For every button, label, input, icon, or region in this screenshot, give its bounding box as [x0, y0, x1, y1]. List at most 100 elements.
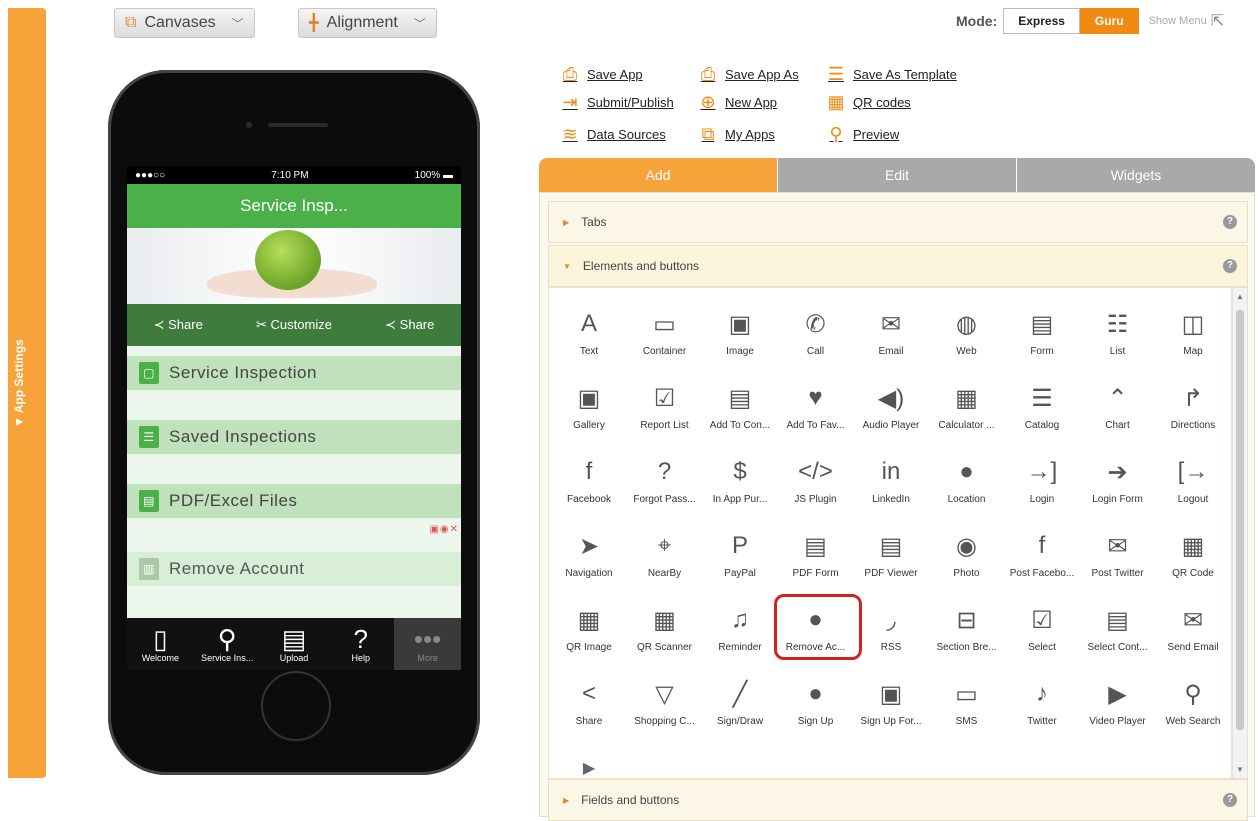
status-time: 7:10 PM	[271, 169, 309, 181]
element-web-search[interactable]: ⚲ Web Search	[1155, 676, 1231, 746]
element-pdf-form[interactable]: ▤ PDF Form	[778, 528, 854, 598]
element-js-plugin[interactable]: </> JS Plugin	[778, 454, 854, 524]
tab-edit[interactable]: Edit	[777, 158, 1016, 192]
element-calculator[interactable]: ▦ Calculator ...	[929, 380, 1005, 450]
element-qr-code[interactable]: ▦ QR Code	[1155, 528, 1231, 598]
tab-welcome[interactable]: ▯ Welcome	[127, 618, 194, 670]
tab-widgets[interactable]: Widgets	[1016, 158, 1255, 192]
menu-item-remove-account[interactable]: ▥ Remove Account	[127, 552, 461, 586]
alignment-dropdown[interactable]: ╋ Alignment ﹀	[298, 8, 437, 38]
submit-publish-link[interactable]: ⇥ Submit/Publish	[560, 92, 673, 113]
express-mode-button[interactable]: Express	[1003, 8, 1080, 34]
save-as-template-link[interactable]: ☰ Save As Template	[826, 64, 957, 85]
element-select[interactable]: ☑ Select	[1004, 602, 1080, 672]
menu-item-saved-inspections[interactable]: ☰ Saved Inspections	[127, 420, 461, 454]
element-section-bre[interactable]: ⊟ Section Bre...	[929, 602, 1005, 672]
element-form[interactable]: ▤ Form	[1004, 306, 1080, 376]
menu-item-pdf-excel-files[interactable]: ▤ PDF/Excel Files	[127, 484, 461, 518]
scroll-up-icon[interactable]: ▲	[1236, 292, 1244, 301]
element-navigation[interactable]: ➤ Navigation	[551, 528, 627, 598]
element-shopping-c[interactable]: ▽ Shopping C...	[627, 676, 703, 746]
help-icon[interactable]: ?	[1223, 215, 1237, 229]
element-gallery[interactable]: ▣ Gallery	[551, 380, 627, 450]
qr-codes-link[interactable]: ▦ QR codes	[826, 92, 910, 113]
phone-tab-bar: ▯ Welcome ⚲ Service Ins... ▤ Upload ? Help •…	[127, 618, 461, 670]
element-reminder[interactable]: ♫ Reminder	[702, 602, 778, 672]
element-sign-up-for[interactable]: ▣ Sign Up For...	[853, 676, 929, 746]
save-app-link[interactable]: ⎙ Save App	[560, 64, 643, 85]
element-sign-up[interactable]: ● Sign Up	[778, 676, 854, 746]
element-call[interactable]: ✆ Call	[778, 306, 854, 376]
scroll-down-icon[interactable]: ▼	[1236, 765, 1244, 774]
elements-scrollbar[interactable]: ▲ ▼	[1232, 287, 1248, 779]
element-add-to-fav[interactable]: ♥ Add To Fav...	[778, 380, 854, 450]
element-select-cont[interactable]: ▤ Select Cont...	[1080, 602, 1156, 672]
element-map[interactable]: ◫ Map	[1155, 306, 1231, 376]
data-sources-link[interactable]: ≋ Data Sources	[560, 124, 665, 145]
element-audio-player[interactable]: ◀) Audio Player	[853, 380, 929, 450]
app-settings-label[interactable]: ▼ App Settings	[12, 339, 26, 428]
element-login[interactable]: →] Login	[1004, 454, 1080, 524]
element-image[interactable]: ▣ Image	[702, 306, 778, 376]
help-icon[interactable]: ?	[1223, 793, 1237, 807]
tab-more[interactable]: ••• More	[394, 618, 461, 670]
element-email[interactable]: ✉ Email	[853, 306, 929, 376]
share-button[interactable]: ≺ Share	[154, 317, 203, 333]
element-nearby[interactable]: ⌖ NearBy	[627, 528, 703, 598]
element-logout[interactable]: [→ Logout	[1155, 454, 1231, 524]
save-app-as-link[interactable]: ⎙ Save App As	[698, 64, 799, 85]
element-catalog[interactable]: ☰ Catalog	[1004, 380, 1080, 450]
element-label: Image	[726, 346, 754, 357]
element-list[interactable]: ☷ List	[1080, 306, 1156, 376]
element-text[interactable]: A Text	[551, 306, 627, 376]
element-post-twitter[interactable]: ✉ Post Twitter	[1080, 528, 1156, 598]
customize-button[interactable]: ✂ Customize	[256, 317, 332, 333]
element-report-list[interactable]: ☑ Report List	[627, 380, 703, 450]
container-icon: ▭	[653, 310, 676, 338]
app-settings-panel[interactable]: ▼ App Settings	[8, 8, 46, 778]
element-qr-scanner[interactable]: ▦ QR Scanner	[627, 602, 703, 672]
tab-service-inspection[interactable]: ⚲ Service Ins...	[194, 618, 261, 670]
accordion-tabs[interactable]: ▶ Tabs ?	[548, 201, 1248, 243]
show-menu-link[interactable]: Show Menu	[1149, 15, 1207, 27]
guru-mode-button[interactable]: Guru	[1079, 8, 1139, 34]
new-app-link[interactable]: ⊕ New App	[698, 92, 777, 113]
external-menu-icon[interactable]: ⇱	[1211, 11, 1224, 31]
menu-item-service-inspection[interactable]: ▢ Service Inspection	[127, 356, 461, 390]
item-edit-controls[interactable]: ▣◉✕	[429, 524, 459, 535]
preview-link[interactable]: ⚲ Preview	[826, 124, 899, 145]
element-web[interactable]: ◍ Web	[929, 306, 1005, 376]
element-facebook[interactable]: f Facebook	[551, 454, 627, 524]
element-directions[interactable]: ↱ Directions	[1155, 380, 1231, 450]
element-paypal[interactable]: P PayPal	[702, 528, 778, 598]
element-location[interactable]: ● Location	[929, 454, 1005, 524]
element-pdf-viewer[interactable]: ▤ PDF Viewer	[853, 528, 929, 598]
element-sign-draw[interactable]: ╱ Sign/Draw	[702, 676, 778, 746]
my-apps-link[interactable]: ⧉ My Apps	[698, 124, 775, 145]
element-in-app-pur[interactable]: $ In App Pur...	[702, 454, 778, 524]
element-add-to-con[interactable]: ▤ Add To Con...	[702, 380, 778, 450]
element-forgot-pass[interactable]: ? Forgot Pass...	[627, 454, 703, 524]
share-button-2[interactable]: ≺ Share	[385, 317, 434, 333]
accordion-fields[interactable]: ▶ Fields and buttons ?	[548, 779, 1248, 821]
scroll-thumb[interactable]	[1236, 310, 1244, 730]
element-container[interactable]: ▭ Container	[627, 306, 703, 376]
element-rss[interactable]: ◞ RSS	[853, 602, 929, 672]
element-login-form[interactable]: ➔ Login Form	[1080, 454, 1156, 524]
element-video-player[interactable]: ▶ Video Player	[1080, 676, 1156, 746]
element-sms[interactable]: ▭ SMS	[929, 676, 1005, 746]
element-twitter[interactable]: ♪ Twitter	[1004, 676, 1080, 746]
element-qr-image[interactable]: ▦ QR Image	[551, 602, 627, 672]
accordion-elements[interactable]: ▼ Elements and buttons ?	[548, 245, 1248, 287]
canvases-dropdown[interactable]: ⧉ Canvases ﹀	[114, 8, 255, 38]
tab-add[interactable]: Add	[539, 158, 777, 192]
element-send-email[interactable]: ✉ Send Email	[1155, 602, 1231, 672]
tab-help[interactable]: ? Help	[327, 618, 394, 670]
element-chart[interactable]: ⌃ Chart	[1080, 380, 1156, 450]
element-photo[interactable]: ◉ Photo	[929, 528, 1005, 598]
element-share[interactable]: < Share	[551, 676, 627, 746]
tab-upload[interactable]: ▤ Upload	[261, 618, 328, 670]
element-post-facebo[interactable]: f Post Facebo...	[1004, 528, 1080, 598]
element-linkedin[interactable]: in LinkedIn	[853, 454, 929, 524]
help-icon[interactable]: ?	[1223, 259, 1237, 273]
